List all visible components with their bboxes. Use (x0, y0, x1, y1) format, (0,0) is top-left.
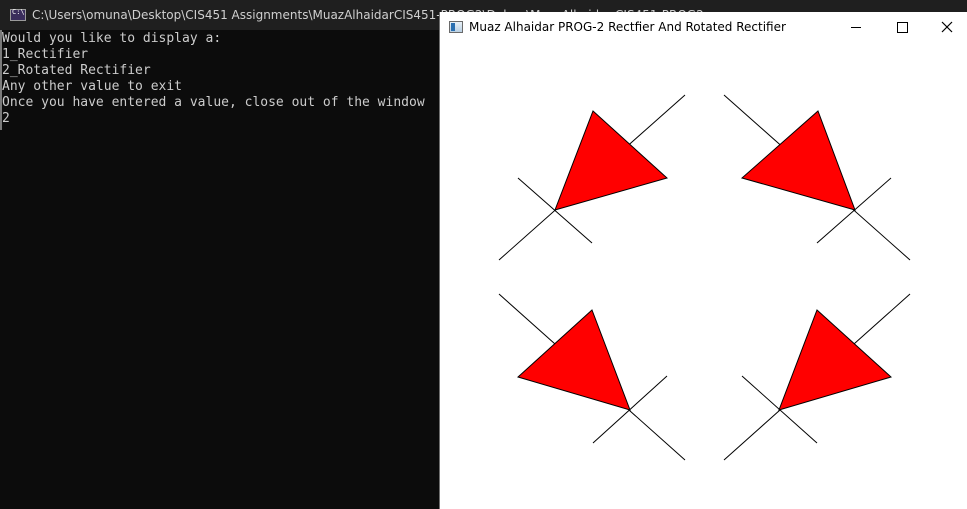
rectifier-lower-right (723, 293, 911, 461)
console-line: Any other value to exit (2, 79, 183, 94)
console-scroll-edge (0, 30, 2, 130)
console-line: 1_Rectifier (2, 47, 89, 62)
minimize-button[interactable] (833, 12, 879, 42)
rectifier-upper-right (723, 94, 911, 261)
console-line: 2_Rotated Rectifier (2, 63, 151, 78)
window-app-icon (449, 21, 463, 33)
graphics-window[interactable]: Muaz Alhaidar PROG-2 Rectfier And Rotate… (440, 12, 967, 509)
maximize-icon (896, 21, 908, 33)
rectifier-lower-left (498, 293, 686, 461)
minimize-icon (851, 26, 861, 28)
close-button[interactable] (924, 12, 967, 42)
console-line: 2 (2, 111, 10, 126)
graphics-window-title: Muaz Alhaidar PROG-2 Rectfier And Rotate… (469, 20, 786, 34)
console-line: Would you like to display a: (2, 31, 222, 46)
rectifier-upper-left (498, 94, 686, 261)
maximize-button[interactable] (879, 12, 925, 42)
console-icon (10, 8, 26, 21)
drawing-canvas (498, 94, 911, 461)
close-icon (941, 21, 953, 33)
rectifier-triangle (517, 309, 631, 411)
graphics-titlebar[interactable]: Muaz Alhaidar PROG-2 Rectfier And Rotate… (440, 12, 967, 42)
console-output[interactable]: Would you like to display a: 1_Rectifier… (0, 30, 440, 509)
console-line: Once you have entered a value, close out… (2, 95, 425, 110)
rectifier-triangle (778, 309, 892, 411)
